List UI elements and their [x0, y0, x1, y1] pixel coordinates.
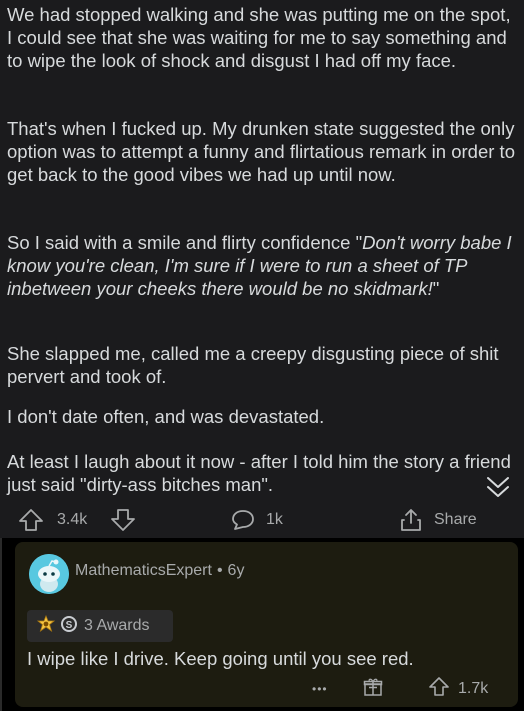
comment-icon	[230, 508, 256, 532]
post-paragraph-2: That's when I fucked up. My drunken stat…	[7, 118, 515, 185]
post-paragraph-1: We had stopped walking and she was putti…	[7, 4, 511, 71]
downvote-icon	[110, 508, 136, 532]
comment-age: 6y	[227, 562, 245, 579]
award-icon	[36, 614, 56, 638]
comment-count: 1k	[266, 511, 283, 528]
upvote-icon	[428, 676, 450, 702]
comment-upvote-button[interactable]: 1.7k	[428, 672, 488, 706]
post-paragraph-6: At least I laugh about it now - after I …	[7, 451, 511, 495]
awards-badge[interactable]: S 3 Awards	[27, 610, 173, 642]
meta-separator: •	[216, 562, 223, 579]
share-label: Share	[434, 511, 477, 528]
post-paragraph-3: So I said with a smile and flirty confid…	[7, 231, 515, 300]
quote-intro: So I said with a smile and flirty confid…	[7, 232, 363, 253]
upvote-icon	[18, 508, 44, 532]
comment-card: MathematicsExpert • 6y S 3 Awards I wipe l…	[15, 542, 518, 707]
give-award-button[interactable]	[363, 672, 383, 706]
thread-line	[0, 538, 2, 711]
snoo-avatar-icon	[29, 554, 69, 594]
svg-text:S: S	[66, 620, 73, 631]
comment-actions-bar: ••• 1.7k	[15, 672, 518, 706]
comment-meta: MathematicsExpert • 6y	[75, 562, 244, 580]
downvote-button[interactable]	[110, 500, 136, 540]
avatar[interactable]	[29, 554, 69, 594]
comment-upvote-count: 1.7k	[458, 680, 489, 697]
comments-button[interactable]: 1k	[230, 500, 283, 540]
gift-icon	[363, 677, 383, 702]
share-button[interactable]: Share	[398, 500, 477, 540]
upvote-count: 3.4k	[57, 511, 88, 528]
upvote-button[interactable]	[18, 500, 44, 540]
username[interactable]: MathematicsExpert	[75, 562, 212, 579]
post-paragraph-5: I don't date often, and was devastated.	[7, 406, 325, 427]
silver-award-icon: S	[60, 615, 78, 638]
collapse-chevron-icon[interactable]	[484, 474, 512, 500]
quote-close: "	[432, 278, 440, 299]
post-paragraph-4: She slapped me, called me a creepy disgu…	[7, 343, 499, 387]
post-actions-bar: 3.4k 1k Share	[0, 500, 524, 540]
comment-text: I wipe like I drive. Keep going until yo…	[27, 648, 414, 669]
more-icon: •••	[312, 682, 328, 696]
share-icon	[398, 507, 424, 533]
more-options-button[interactable]: •••	[312, 672, 328, 706]
post-body: We had stopped walking and she was putti…	[0, 0, 524, 538]
awards-label: 3 Awards	[84, 617, 150, 634]
